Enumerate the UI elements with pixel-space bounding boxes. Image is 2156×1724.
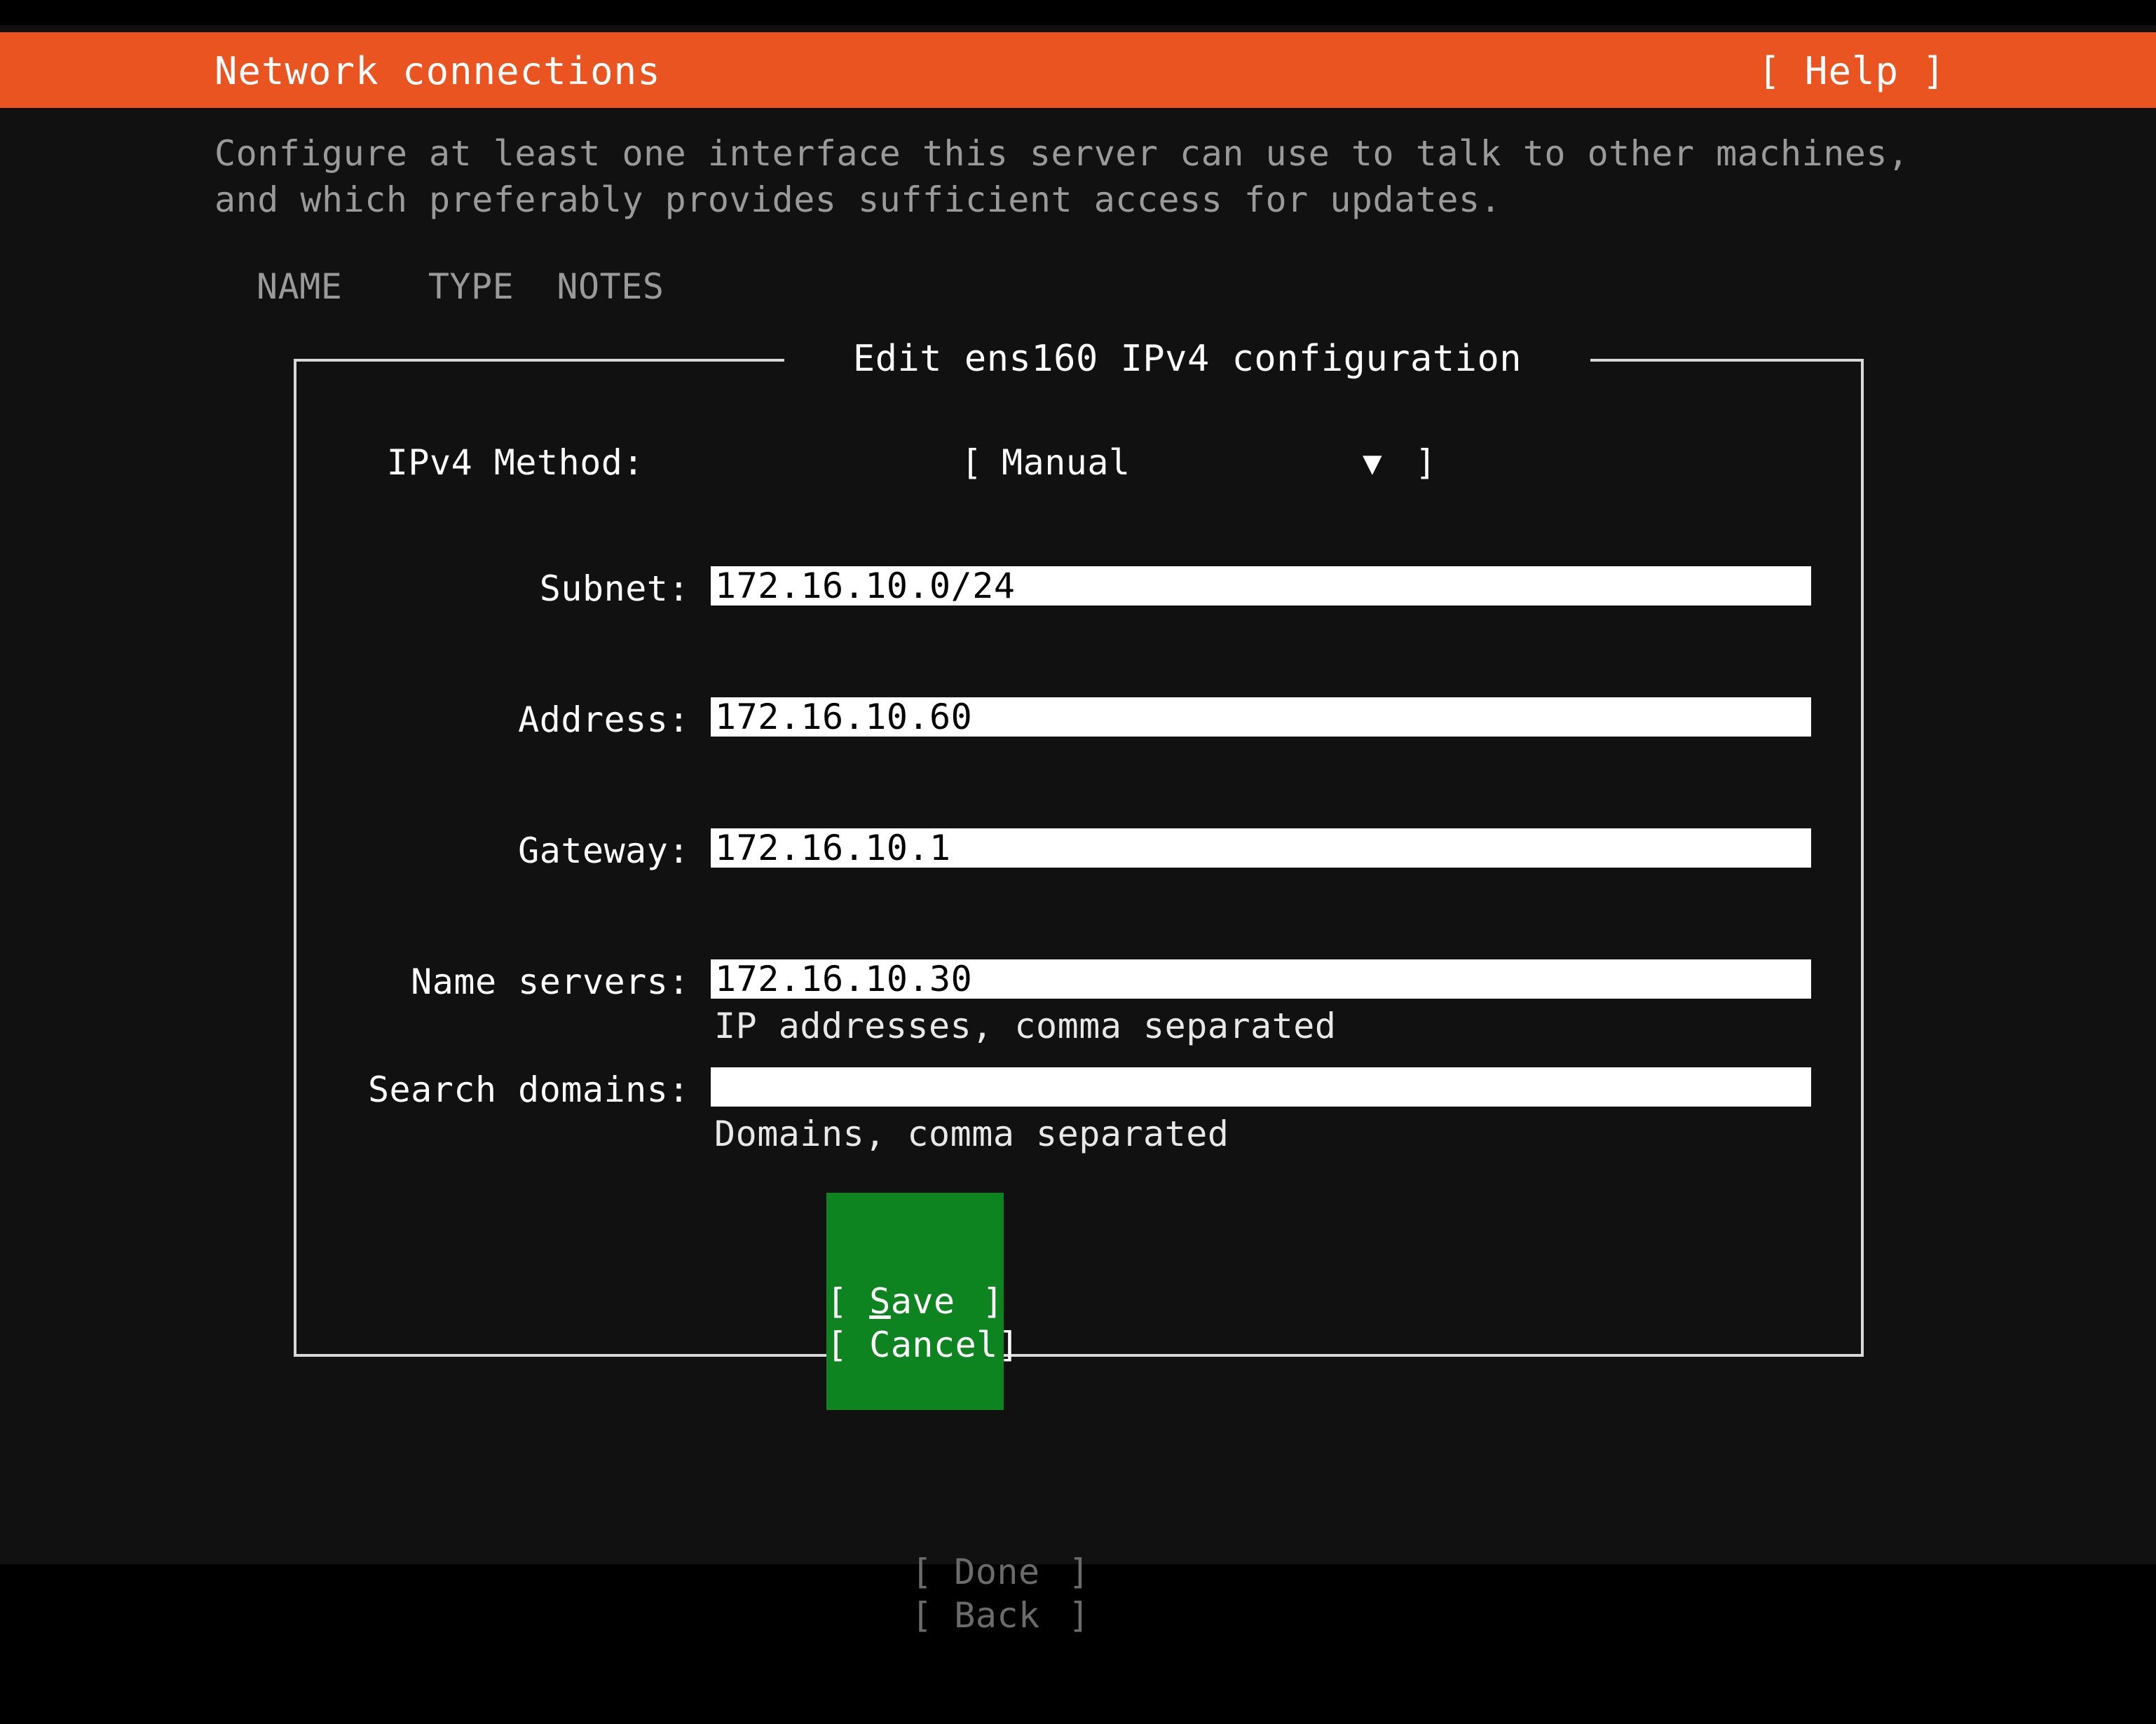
ipv4-method-select[interactable]: Manual	[1002, 442, 1131, 484]
screen-letterbox: Network connections [ Help ] Configure a…	[0, 0, 2156, 1636]
search-domains-input[interactable]	[711, 1067, 1811, 1107]
help-button[interactable]: [ Help ]	[1758, 51, 1946, 92]
back-open-bracket: [	[911, 1595, 933, 1636]
dialog-border-top-right	[1590, 359, 1864, 362]
cancel-open-bracket: [	[826, 1325, 848, 1365]
subnet-input[interactable]	[711, 566, 1811, 606]
cancel-close-bracket: ]	[997, 1325, 1020, 1365]
back-label: Back	[954, 1595, 1040, 1636]
page-title: Network connections	[214, 49, 661, 93]
name-servers-input[interactable]	[711, 959, 1811, 999]
edit-ipv4-configuration-dialog: Edit ens160 IPv4 configuration IPv4 Meth…	[294, 338, 1864, 1410]
header-bar: Network connections [ Help ]	[0, 32, 2156, 108]
back-close-bracket: ]	[1068, 1595, 1090, 1636]
dialog-border-top-left	[294, 359, 784, 362]
address-label: Address:	[518, 699, 690, 740]
interface-table-column-headers: NAME TYPE NOTES	[257, 266, 664, 307]
ipv4-method-label: IPv4 Method:	[386, 442, 644, 483]
address-input[interactable]	[711, 697, 1811, 737]
dialog-border-bottom	[294, 1354, 1864, 1357]
ipv4-method-close-bracket: ]	[1415, 442, 1437, 483]
cancel-button[interactable]: [ Cancel ]	[826, 1236, 1019, 1453]
name-servers-hint: IP addresses, comma separated	[714, 1006, 1337, 1046]
gateway-label: Gateway:	[518, 830, 690, 871]
ipv4-method-open-bracket: [	[961, 442, 983, 483]
page-description: Configure at least one interface this se…	[214, 130, 1909, 223]
description-line-2: and which preferably provides sufficient…	[214, 179, 1502, 220]
name-servers-label: Name servers:	[411, 962, 690, 1002]
gateway-input[interactable]	[711, 828, 1811, 868]
dialog-title: Edit ens160 IPv4 configuration	[852, 338, 1522, 380]
chevron-down-icon[interactable]: ▼	[1363, 442, 1382, 484]
back-button[interactable]: [ Back ]	[911, 1507, 1090, 1724]
description-line-1: Configure at least one interface this se…	[214, 133, 1909, 174]
cancel-label: Cancel	[869, 1325, 998, 1365]
search-domains-label: Search domains:	[367, 1069, 690, 1110]
search-domains-hint: Domains, comma separated	[714, 1114, 1229, 1154]
dialog-border-right	[1861, 359, 1864, 1357]
subnet-label: Subnet:	[539, 568, 690, 609]
